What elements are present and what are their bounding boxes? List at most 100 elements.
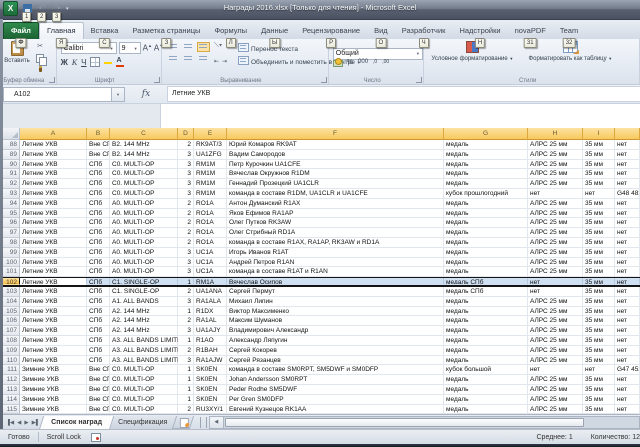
cell[interactable]: Летние УКВ bbox=[20, 199, 87, 209]
dialog-launcher-icon[interactable] bbox=[154, 77, 160, 83]
cell[interactable]: 3 bbox=[178, 150, 194, 160]
cell[interactable]: A0. MULTI-OP bbox=[110, 199, 178, 209]
cell[interactable]: A3. ALL BANDS LIMITED bbox=[110, 356, 178, 366]
tab-view[interactable]: ВидО bbox=[367, 23, 395, 39]
cell[interactable]: R1DX bbox=[194, 307, 227, 317]
row-header[interactable]: 98 bbox=[3, 238, 20, 248]
name-box[interactable]: A102 bbox=[3, 87, 112, 102]
cell[interactable]: Вне СПб bbox=[87, 140, 110, 150]
cell[interactable]: Летние УКВ bbox=[20, 326, 87, 336]
cell[interactable]: медаль bbox=[444, 179, 528, 189]
cell[interactable]: SK0EN bbox=[194, 385, 227, 395]
cell[interactable]: нет bbox=[615, 395, 640, 405]
cell[interactable]: A3. ALL BANDS LIMITED bbox=[110, 346, 178, 356]
cell[interactable]: нет bbox=[615, 307, 640, 317]
cell[interactable]: нет bbox=[615, 278, 640, 285]
table-row[interactable]: 99Летние УКВСПбA0. MULTI-OP3UC1AИгорь Ив… bbox=[3, 248, 640, 258]
row-header[interactable]: 110 bbox=[3, 356, 20, 366]
cell[interactable]: нет bbox=[615, 356, 640, 366]
cell[interactable]: нет bbox=[583, 365, 615, 375]
cell[interactable]: A0. MULTI-OP bbox=[110, 267, 178, 277]
cell[interactable]: медаль СПб bbox=[444, 287, 528, 297]
column-header[interactable] bbox=[615, 128, 640, 140]
table-row[interactable]: 114Зимние УКВВне СПбC0. MULTI-OP1SK0ENPe… bbox=[3, 395, 640, 405]
undo-button[interactable]: ↶ 2 bbox=[36, 3, 48, 15]
decrease-indent-button[interactable]: ⇤ bbox=[214, 58, 219, 65]
cell[interactable]: СПб bbox=[87, 258, 110, 268]
horizontal-scrollbar[interactable]: ◀ bbox=[209, 416, 640, 429]
cell[interactable]: СПб bbox=[87, 189, 110, 199]
underline-button[interactable]: Ч bbox=[81, 58, 86, 67]
cell[interactable]: 35 мм bbox=[583, 267, 615, 277]
cell[interactable]: Летние УКВ bbox=[20, 307, 87, 317]
cell[interactable]: B2. 144 MHz bbox=[110, 140, 178, 150]
cell[interactable]: 35 мм bbox=[583, 209, 615, 219]
cell[interactable]: SK0EN bbox=[194, 375, 227, 385]
cell[interactable]: Зимние УКВ bbox=[20, 365, 87, 375]
cell[interactable]: медаль bbox=[444, 316, 528, 326]
row-header[interactable]: 115 bbox=[3, 405, 20, 414]
borders-button[interactable] bbox=[90, 57, 100, 67]
row-header[interactable]: 92 bbox=[3, 179, 20, 189]
dialog-launcher-icon[interactable] bbox=[49, 77, 55, 83]
column-header[interactable]: H bbox=[528, 128, 583, 140]
grow-font-button[interactable]: A▲ bbox=[143, 43, 152, 53]
row-header[interactable]: 108 bbox=[3, 336, 20, 346]
cell[interactable]: нет bbox=[615, 326, 640, 336]
cell[interactable]: нет bbox=[615, 169, 640, 179]
cell[interactable]: A2. 144 MHz bbox=[110, 307, 178, 317]
cell[interactable]: 3 bbox=[178, 267, 194, 277]
row-header[interactable]: 107 bbox=[3, 326, 20, 336]
increase-indent-button[interactable]: ⇥ bbox=[222, 58, 227, 65]
cell[interactable]: 3 bbox=[178, 297, 194, 307]
scrollbar-track[interactable] bbox=[224, 416, 640, 429]
insert-worksheet-button[interactable] bbox=[172, 416, 194, 429]
sheet-tab-specifikaciya[interactable]: Спецификация bbox=[105, 416, 179, 430]
row-header[interactable]: 102 bbox=[3, 278, 20, 285]
cell[interactable]: Яков Ефимов RA1AP bbox=[227, 209, 444, 219]
cell[interactable]: 35 мм bbox=[583, 375, 615, 385]
table-row[interactable]: 112Зимние УКВВне СПбC0. MULTI-OP1SK0ENJo… bbox=[3, 375, 640, 385]
copy-button[interactable] bbox=[34, 53, 46, 62]
cell[interactable]: C1. SINGLE-OP bbox=[110, 278, 178, 285]
cell[interactable]: Сергей Кокорев bbox=[227, 346, 444, 356]
row-header[interactable]: 106 bbox=[3, 316, 20, 326]
cell[interactable]: СПб bbox=[87, 248, 110, 258]
cell[interactable]: медаль bbox=[444, 385, 528, 395]
cell[interactable]: A3. ALL BANDS LIMITED bbox=[110, 336, 178, 346]
cell[interactable]: C0. MULTI-OP bbox=[110, 179, 178, 189]
cell[interactable]: АЛРС 25 мм bbox=[528, 209, 583, 219]
cell[interactable]: 3 bbox=[178, 258, 194, 268]
cell[interactable]: RU3XY/1 bbox=[194, 405, 227, 414]
cell[interactable]: Максим Шуманов bbox=[227, 316, 444, 326]
cell[interactable]: АЛРС 25 мм bbox=[528, 395, 583, 405]
cell[interactable]: 35 мм bbox=[583, 218, 615, 228]
cell[interactable]: Зимние УКВ bbox=[20, 385, 87, 395]
cell[interactable]: СПб bbox=[87, 307, 110, 317]
cell[interactable]: Михаил Липин bbox=[227, 297, 444, 307]
cell[interactable]: Сергей Рязанцев bbox=[227, 356, 444, 366]
cell[interactable]: A0. MULTI-OP bbox=[110, 228, 178, 238]
formula-input[interactable]: Летние УКВ bbox=[167, 86, 640, 102]
column-header[interactable]: D bbox=[178, 128, 194, 140]
table-row[interactable]: 97Летние УКВСПбA0. MULTI-OP2RO1AОлег Стр… bbox=[3, 228, 640, 238]
cell[interactable]: команда в составе R1AT и R1AN bbox=[227, 267, 444, 277]
cell[interactable]: RM1M bbox=[194, 179, 227, 189]
cell[interactable]: Летние УКВ bbox=[20, 160, 87, 170]
cell[interactable]: нет bbox=[528, 189, 583, 199]
cell[interactable]: медаль bbox=[444, 150, 528, 160]
cell[interactable]: АЛРС 25 мм bbox=[528, 356, 583, 366]
cell[interactable]: Вне СПб bbox=[87, 375, 110, 385]
cell[interactable]: Петр Курочкин UA1CFE bbox=[227, 160, 444, 170]
cell[interactable]: АЛРС 25 мм bbox=[528, 199, 583, 209]
cell[interactable]: Летние УКВ bbox=[20, 140, 87, 150]
cell[interactable]: Летние УКВ bbox=[20, 278, 87, 285]
cell[interactable]: 35 мм bbox=[583, 199, 615, 209]
cell[interactable]: 2 bbox=[178, 316, 194, 326]
cell[interactable]: Летние УКВ bbox=[20, 336, 87, 346]
cell[interactable]: RK9AT/3 bbox=[194, 140, 227, 150]
cell[interactable]: Летние УКВ bbox=[20, 287, 87, 297]
cell[interactable]: нет bbox=[615, 150, 640, 160]
row-header[interactable]: 105 bbox=[3, 307, 20, 317]
cell[interactable]: A0. MULTI-OP bbox=[110, 248, 178, 258]
